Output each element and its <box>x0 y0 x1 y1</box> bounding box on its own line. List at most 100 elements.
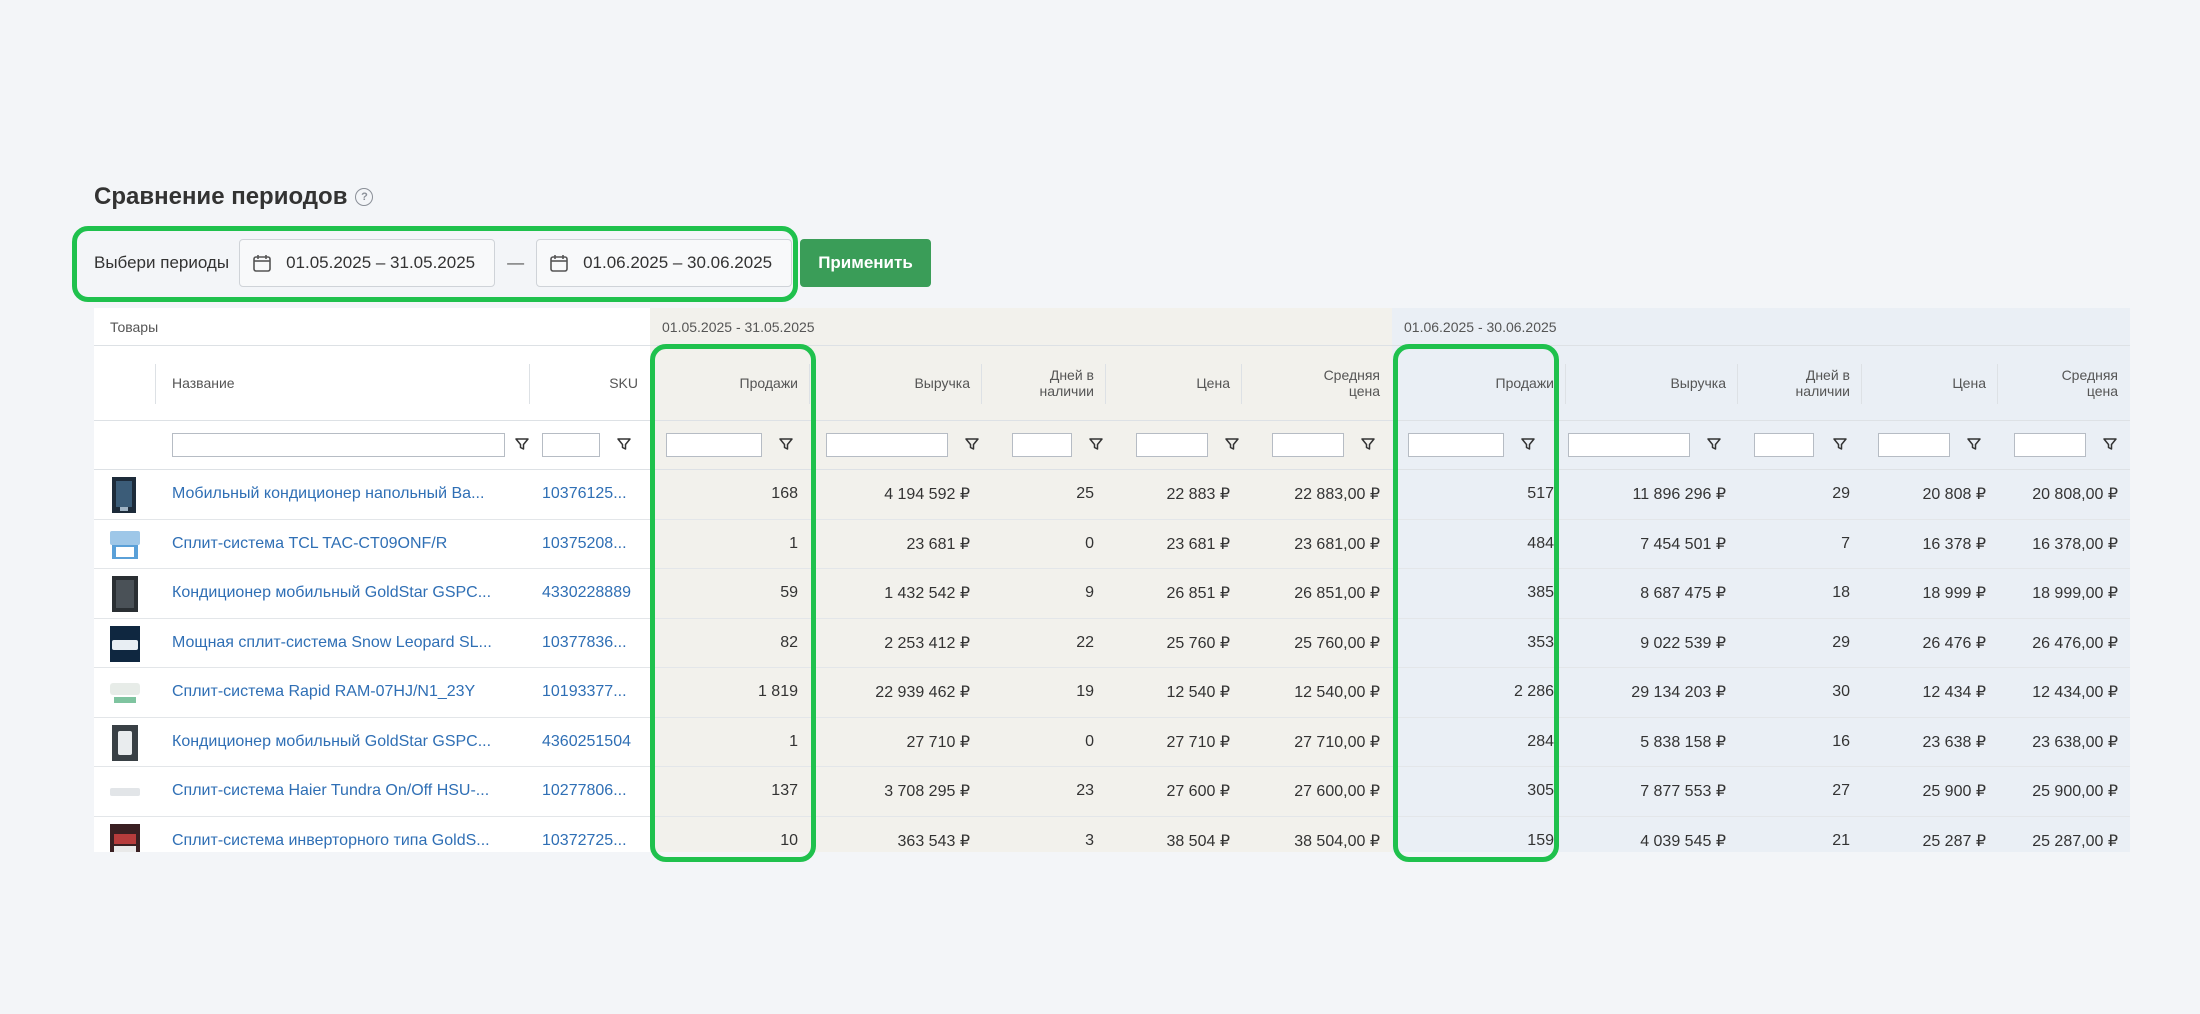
filter-icon[interactable] <box>1224 436 1240 452</box>
cell-p1-price: 23 681 ₽ <box>1106 519 1242 568</box>
apply-button[interactable]: Применить <box>800 239 931 287</box>
cell-p1-days: 9 <box>982 569 1106 618</box>
cell-p2-price: 16 378 ₽ <box>1862 519 1998 568</box>
product-name-link[interactable]: Мощная сплит-система Snow Leopard SL... <box>156 618 530 667</box>
cell-p1-revenue: 3 708 295 ₽ <box>810 767 982 816</box>
product-sku-link[interactable]: 10372725... <box>530 816 650 852</box>
cell-p2-revenue: 7 454 501 ₽ <box>1566 519 1738 568</box>
product-sku-link[interactable]: 10376125... <box>530 470 650 519</box>
cell-p2-revenue: 11 896 296 ₽ <box>1566 470 1738 519</box>
header-p1-avg-price[interactable]: Средняя цена <box>1242 346 1392 421</box>
cell-p1-sales: 1 819 <box>650 668 810 717</box>
product-sku-link[interactable]: 10377836... <box>530 618 650 667</box>
product-thumbnail[interactable] <box>110 576 140 612</box>
filter-icon[interactable] <box>1520 436 1536 452</box>
header-p1-avg-price-label: Средняя цена <box>1323 367 1380 399</box>
product-image-cell <box>94 519 156 568</box>
filter-input-sku[interactable] <box>542 433 600 457</box>
header-p2-price-label: Цена <box>1952 375 1986 391</box>
product-name-link[interactable]: Кондиционер мобильный GoldStar GSPC... <box>156 717 530 766</box>
group-header-products: Товары <box>94 308 650 346</box>
header-name[interactable]: Название <box>156 346 530 421</box>
cell-p2-sales: 284 <box>1392 717 1566 766</box>
cell-p1-price: 38 504 ₽ <box>1106 816 1242 852</box>
product-thumbnail[interactable] <box>110 675 140 711</box>
product-thumbnail[interactable] <box>110 527 140 563</box>
filter-icon[interactable] <box>514 436 530 452</box>
product-thumbnail[interactable] <box>110 724 140 761</box>
filter-input-p1-price[interactable] <box>1136 433 1208 457</box>
filter-icon[interactable] <box>778 436 794 452</box>
cell-p2-avg-price: 18 999,00 ₽ <box>1998 569 2130 618</box>
product-name-link[interactable]: Сплит-система инверторного типа GoldS... <box>156 816 530 852</box>
header-p2-avg-price[interactable]: Средняя цена <box>1998 346 2130 421</box>
filter-input-name[interactable] <box>172 433 505 457</box>
header-sku[interactable]: SKU <box>530 346 650 421</box>
cell-p1-avg-price: 12 540,00 ₽ <box>1242 668 1392 717</box>
cell-p2-sales: 484 <box>1392 519 1566 568</box>
filter-input-p1-avg-price[interactable] <box>1272 433 1344 457</box>
product-sku-link[interactable]: 10277806... <box>530 767 650 816</box>
period1-date-picker[interactable]: 01.05.2025 – 31.05.2025 <box>239 239 496 287</box>
table-row: Сплит-система Haier Tundra On/Off HSU-..… <box>94 767 2130 817</box>
filter-input-p2-sales[interactable] <box>1408 433 1504 457</box>
cell-p1-sales: 10 <box>650 816 810 852</box>
cell-p2-price: 20 808 ₽ <box>1862 470 1998 519</box>
filter-icon[interactable] <box>1706 436 1722 452</box>
filter-input-p2-days[interactable] <box>1754 433 1814 457</box>
cell-p2-days: 30 <box>1738 668 1862 717</box>
header-p2-sales[interactable]: Продажи <box>1392 346 1566 421</box>
filter-input-p2-avg-price[interactable] <box>2014 433 2086 457</box>
filter-icon[interactable] <box>2102 436 2118 452</box>
product-thumbnail[interactable] <box>110 625 140 662</box>
filter-icon[interactable] <box>964 436 980 452</box>
product-sku-link[interactable]: 10375208... <box>530 519 650 568</box>
filter-icon[interactable] <box>1832 436 1848 452</box>
product-name-link[interactable]: Сплит-система Rapid RAM-07HJ/N1_23Y <box>156 668 530 717</box>
header-p1-revenue-label: Выручка <box>914 375 970 391</box>
cell-p1-days: 3 <box>982 816 1106 852</box>
cell-p2-sales: 385 <box>1392 569 1566 618</box>
filter-input-p1-days[interactable] <box>1012 433 1072 457</box>
product-name-link[interactable]: Сплит-система TCL TAC-CT09ONF/R <box>156 519 530 568</box>
product-thumbnail[interactable] <box>110 823 140 853</box>
period2-date-picker[interactable]: 01.06.2025 – 30.06.2025 <box>536 239 793 287</box>
filter-icon[interactable] <box>1966 436 1982 452</box>
product-thumbnail[interactable] <box>110 774 140 810</box>
header-p2-revenue[interactable]: Выручка <box>1566 346 1738 421</box>
header-p1-days[interactable]: Дней в наличии <box>982 346 1106 421</box>
filter-input-p1-revenue[interactable] <box>826 433 948 457</box>
filter-icon[interactable] <box>1088 436 1104 452</box>
cell-p1-price: 26 851 ₽ <box>1106 569 1242 618</box>
help-icon[interactable]: ? <box>355 188 374 206</box>
filter-input-p2-revenue[interactable] <box>1568 433 1690 457</box>
table-row: Мобильный кондиционер напольный Ва... 103… <box>94 470 2130 520</box>
cell-p1-avg-price: 27 710,00 ₽ <box>1242 717 1392 766</box>
product-name-link[interactable]: Сплит-система Haier Tundra On/Off HSU-..… <box>156 767 530 816</box>
product-thumbnail[interactable] <box>110 477 140 513</box>
product-sku-link[interactable]: 4360251504 <box>530 717 650 766</box>
header-p1-price[interactable]: Цена <box>1106 346 1242 421</box>
product-name-link[interactable]: Мобильный кондиционер напольный Ва... <box>156 470 530 519</box>
header-p2-price[interactable]: Цена <box>1862 346 1998 421</box>
cell-p2-revenue: 5 838 158 ₽ <box>1566 717 1738 766</box>
filter-input-p1-sales[interactable] <box>666 433 762 457</box>
cell-p2-price: 26 476 ₽ <box>1862 618 1998 667</box>
filter-icon[interactable] <box>616 436 632 452</box>
cell-p2-days: 29 <box>1738 470 1862 519</box>
product-sku-link[interactable]: 4330228889 <box>530 569 650 618</box>
filter-input-p2-price[interactable] <box>1878 433 1950 457</box>
product-image-cell <box>94 569 156 618</box>
cell-p1-avg-price: 26 851,00 ₽ <box>1242 569 1392 618</box>
product-sku-link[interactable]: 10193377... <box>530 668 650 717</box>
header-p1-revenue[interactable]: Выручка <box>810 346 982 421</box>
cell-p1-days: 23 <box>982 767 1106 816</box>
filter-icon[interactable] <box>1360 436 1376 452</box>
header-p2-days[interactable]: Дней в наличии <box>1738 346 1862 421</box>
cell-p2-price: 12 434 ₽ <box>1862 668 1998 717</box>
cell-p1-revenue: 27 710 ₽ <box>810 717 982 766</box>
cell-p2-sales: 159 <box>1392 816 1566 852</box>
table-row: Кондиционер мобильный GoldStar GSPC... 43… <box>94 569 2130 619</box>
product-name-link[interactable]: Кондиционер мобильный GoldStar GSPC... <box>156 569 530 618</box>
header-p1-sales[interactable]: Продажи <box>650 346 810 421</box>
